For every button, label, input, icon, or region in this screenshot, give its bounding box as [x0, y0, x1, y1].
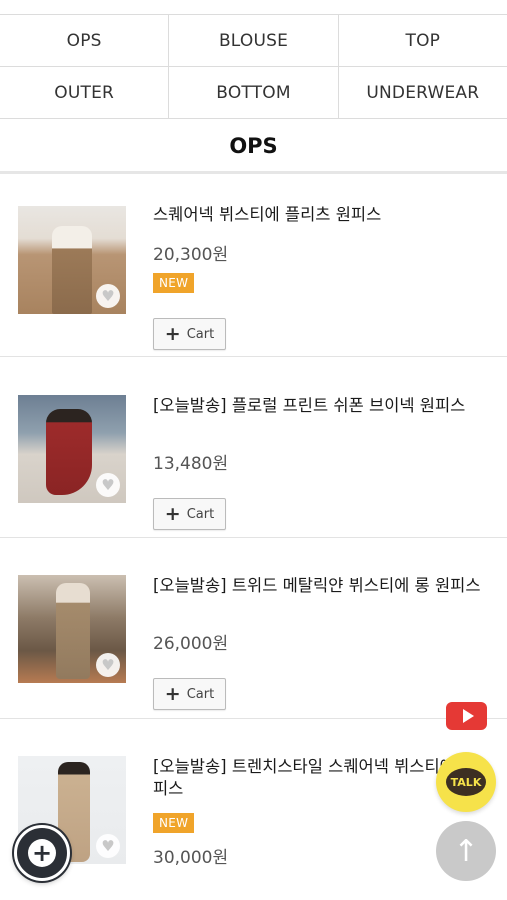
- plus-icon: +: [164, 682, 181, 705]
- add-to-cart-button[interactable]: + Cart: [153, 678, 226, 710]
- arrow-up-icon: ↑: [453, 833, 479, 869]
- new-badge: NEW: [153, 273, 195, 293]
- category-grid: OPS BLOUSE TOP OUTER BOTTOM UNDERWEAR: [0, 15, 507, 119]
- plus-icon: +: [164, 322, 181, 345]
- wishlist-heart-icon[interactable]: ♥: [96, 284, 120, 308]
- category-underwear[interactable]: UNDERWEAR: [339, 67, 507, 118]
- product-item[interactable]: ♥ [오늘발송] 트위드 메탈릭얀 뷔스티에 롱 원피스 26,000원 + C…: [0, 538, 507, 719]
- cart-label: Cart: [186, 326, 215, 342]
- category-ops[interactable]: OPS: [0, 15, 170, 66]
- wishlist-heart-icon[interactable]: ♥: [96, 834, 120, 858]
- category-bottom[interactable]: BOTTOM: [169, 67, 339, 118]
- new-badge: NEW: [153, 813, 195, 833]
- add-to-cart-button[interactable]: + Cart: [153, 318, 226, 350]
- section-title: OPS: [229, 134, 278, 158]
- scroll-to-top-button[interactable]: ↑: [436, 821, 496, 881]
- product-name[interactable]: 스퀘어넥 뷔스티에 플리츠 원피스: [153, 204, 483, 226]
- category-row: OPS BLOUSE TOP: [0, 15, 507, 67]
- plus-icon: +: [28, 839, 56, 867]
- wishlist-heart-icon[interactable]: ♥: [96, 653, 120, 677]
- wishlist-heart-icon[interactable]: ♥: [96, 473, 120, 497]
- cart-label: Cart: [186, 686, 215, 702]
- kakaotalk-icon[interactable]: TALK: [436, 752, 496, 812]
- youtube-icon[interactable]: [446, 702, 487, 730]
- category-blouse[interactable]: BLOUSE: [169, 15, 339, 66]
- section-divider: [0, 171, 507, 174]
- product-price: 20,300원: [153, 245, 229, 265]
- product-image[interactable]: ♥: [18, 575, 126, 683]
- product-price: 26,000원: [153, 634, 229, 654]
- floating-menu-button[interactable]: +: [14, 825, 70, 881]
- product-price: 13,480원: [153, 454, 229, 474]
- category-top[interactable]: TOP: [339, 15, 507, 66]
- product-image[interactable]: ♥: [18, 206, 126, 314]
- product-item[interactable]: ♥ [오늘발송] 플로럴 프린트 쉬폰 브이넥 원피스 13,480원 + Ca…: [0, 357, 507, 538]
- product-name[interactable]: [오늘발송] 트렌치스타일 스퀘어넥 뷔스티에 원피스: [153, 756, 483, 800]
- product-item[interactable]: ♥ [오늘발송] 트렌치스타일 스퀘어넥 뷔스티에 원피스 NEW 30,000…: [0, 719, 507, 900]
- category-outer[interactable]: OUTER: [0, 67, 170, 118]
- plus-icon: +: [164, 502, 181, 525]
- product-price: 30,000원: [153, 848, 229, 868]
- product-image[interactable]: ♥: [18, 395, 126, 503]
- talk-label: TALK: [446, 768, 486, 796]
- product-name[interactable]: [오늘발송] 트위드 메탈릭얀 뷔스티에 롱 원피스: [153, 575, 483, 597]
- product-item[interactable]: ♥ 스퀘어넥 뷔스티에 플리츠 원피스 20,300원 NEW + Cart: [0, 176, 507, 357]
- cart-label: Cart: [186, 506, 215, 522]
- category-row: OUTER BOTTOM UNDERWEAR: [0, 67, 507, 119]
- product-name[interactable]: [오늘발송] 플로럴 프린트 쉬폰 브이넥 원피스: [153, 395, 483, 417]
- add-to-cart-button[interactable]: + Cart: [153, 498, 226, 530]
